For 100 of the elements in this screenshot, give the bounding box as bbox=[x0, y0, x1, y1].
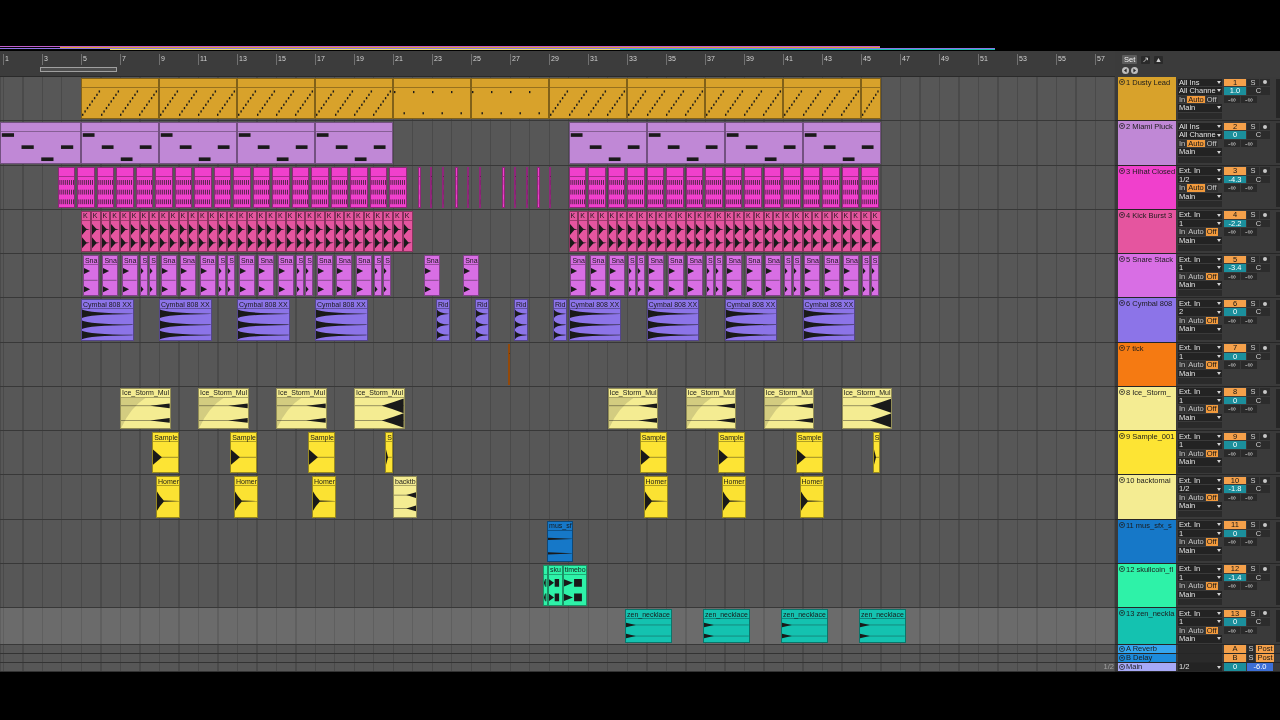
circled-triangle-icon[interactable] bbox=[1119, 256, 1125, 262]
audio-clip[interactable] bbox=[455, 166, 458, 208]
audio-clip[interactable] bbox=[430, 166, 433, 208]
midi-clip[interactable] bbox=[705, 78, 783, 120]
audio-clip[interactable] bbox=[478, 166, 482, 208]
midi-clip[interactable] bbox=[159, 78, 237, 120]
audio-clip[interactable] bbox=[513, 166, 517, 208]
audio-clip[interactable] bbox=[646, 166, 665, 208]
circled-triangle-icon[interactable] bbox=[1119, 211, 1125, 218]
audio-clip[interactable] bbox=[350, 166, 368, 208]
audio-clip[interactable] bbox=[135, 166, 154, 208]
circled-triangle-icon[interactable] bbox=[1119, 388, 1125, 395]
audio-clip[interactable] bbox=[213, 166, 232, 208]
audio-clip[interactable] bbox=[155, 166, 173, 208]
audio-clip[interactable] bbox=[174, 166, 193, 208]
midi-clip[interactable] bbox=[237, 122, 315, 164]
arrangement-overview-drawing[interactable] bbox=[0, 46, 995, 50]
midi-clip[interactable] bbox=[646, 122, 725, 164]
midi-clip[interactable] bbox=[315, 122, 393, 164]
circled-triangle-icon[interactable] bbox=[1119, 477, 1125, 484]
circled-triangle-icon[interactable] bbox=[1119, 433, 1125, 439]
midi-clip[interactable] bbox=[783, 78, 861, 120]
triangle-icon[interactable] bbox=[1154, 55, 1164, 64]
arm-button[interactable] bbox=[1260, 167, 1270, 175]
audio-clip[interactable] bbox=[311, 166, 329, 208]
arm-button[interactable] bbox=[1260, 78, 1270, 86]
circled-triangle-icon[interactable] bbox=[1119, 664, 1125, 670]
arm-button[interactable] bbox=[1260, 211, 1270, 219]
audio-clip[interactable] bbox=[330, 166, 349, 208]
audio-clip[interactable] bbox=[822, 166, 840, 208]
arm-button[interactable] bbox=[1260, 299, 1270, 308]
loop-brace[interactable] bbox=[40, 67, 117, 72]
audio-clip[interactable] bbox=[272, 166, 290, 208]
audio-clip[interactable] bbox=[744, 166, 762, 208]
audio-clip[interactable] bbox=[194, 166, 212, 208]
midi-clip[interactable] bbox=[724, 122, 803, 164]
midi-clip[interactable] bbox=[81, 122, 159, 164]
audio-clip[interactable] bbox=[389, 166, 407, 208]
audio-clip[interactable] bbox=[369, 166, 388, 208]
arm-button[interactable] bbox=[1260, 122, 1270, 131]
midi-clip[interactable] bbox=[549, 78, 627, 120]
audio-clip[interactable] bbox=[57, 166, 76, 208]
audio-clip[interactable] bbox=[841, 166, 860, 208]
midi-clip[interactable] bbox=[159, 122, 237, 164]
circled-triangle-icon[interactable] bbox=[1119, 521, 1125, 528]
circled-triangle-icon[interactable] bbox=[1119, 646, 1125, 652]
audio-clip[interactable] bbox=[724, 166, 743, 208]
arm-button[interactable] bbox=[1260, 521, 1270, 529]
arm-button[interactable] bbox=[1260, 565, 1270, 573]
audio-clip[interactable] bbox=[627, 166, 645, 208]
audio-clip[interactable] bbox=[508, 343, 511, 385]
midi-clip[interactable] bbox=[393, 78, 471, 120]
midi-clip[interactable] bbox=[81, 78, 159, 120]
arm-button[interactable] bbox=[1260, 388, 1270, 396]
audio-clip[interactable] bbox=[549, 166, 552, 208]
midi-clip[interactable] bbox=[237, 78, 315, 120]
audio-clip[interactable] bbox=[291, 166, 310, 208]
circled-triangle-icon[interactable] bbox=[1119, 300, 1125, 307]
audio-clip[interactable] bbox=[588, 166, 606, 208]
arm-button[interactable] bbox=[1260, 609, 1270, 617]
midi-clip[interactable] bbox=[802, 122, 881, 164]
audio-clip[interactable] bbox=[763, 166, 782, 208]
arm-button[interactable] bbox=[1260, 344, 1270, 352]
circle-right-icon[interactable] bbox=[1131, 67, 1138, 74]
midi-clip[interactable] bbox=[627, 78, 705, 120]
midi-clip[interactable] bbox=[568, 122, 647, 164]
midi-clip[interactable] bbox=[315, 78, 393, 120]
audio-clip[interactable] bbox=[77, 166, 95, 208]
audio-clip[interactable] bbox=[502, 166, 505, 208]
audio-clip[interactable] bbox=[96, 166, 115, 208]
audio-clip[interactable] bbox=[441, 166, 445, 208]
circle-left-icon[interactable] bbox=[1122, 67, 1129, 74]
audio-clip[interactable] bbox=[861, 166, 879, 208]
diagonal-arrow-icon[interactable] bbox=[1141, 55, 1151, 64]
audio-clip[interactable] bbox=[537, 166, 540, 208]
audio-clip[interactable] bbox=[607, 166, 626, 208]
audio-clip[interactable] bbox=[666, 166, 684, 208]
audio-clip[interactable] bbox=[783, 166, 801, 208]
midi-clip[interactable] bbox=[861, 78, 881, 120]
circled-triangle-icon[interactable] bbox=[1119, 167, 1125, 174]
audio-clip[interactable] bbox=[418, 166, 421, 208]
circled-triangle-icon[interactable] bbox=[1119, 344, 1125, 351]
audio-clip[interactable] bbox=[116, 166, 134, 208]
circled-triangle-icon[interactable] bbox=[1119, 123, 1125, 130]
audio-clip[interactable] bbox=[233, 166, 251, 208]
midi-clip[interactable] bbox=[471, 78, 549, 120]
circled-triangle-icon[interactable] bbox=[1119, 565, 1125, 572]
audio-clip[interactable] bbox=[467, 166, 470, 208]
audio-clip[interactable] bbox=[685, 166, 704, 208]
audio-clip[interactable] bbox=[252, 166, 271, 208]
circled-triangle-icon[interactable] bbox=[1119, 655, 1125, 661]
circled-triangle-icon[interactable] bbox=[1119, 79, 1125, 85]
circled-triangle-icon[interactable] bbox=[1119, 610, 1125, 616]
audio-clip[interactable] bbox=[802, 166, 821, 208]
audio-clip[interactable] bbox=[525, 166, 528, 208]
audio-clip[interactable] bbox=[705, 166, 723, 208]
midi-clip[interactable] bbox=[0, 122, 81, 164]
arm-button[interactable] bbox=[1260, 476, 1270, 485]
audio-clip[interactable] bbox=[568, 166, 587, 208]
arm-button[interactable] bbox=[1260, 432, 1270, 440]
